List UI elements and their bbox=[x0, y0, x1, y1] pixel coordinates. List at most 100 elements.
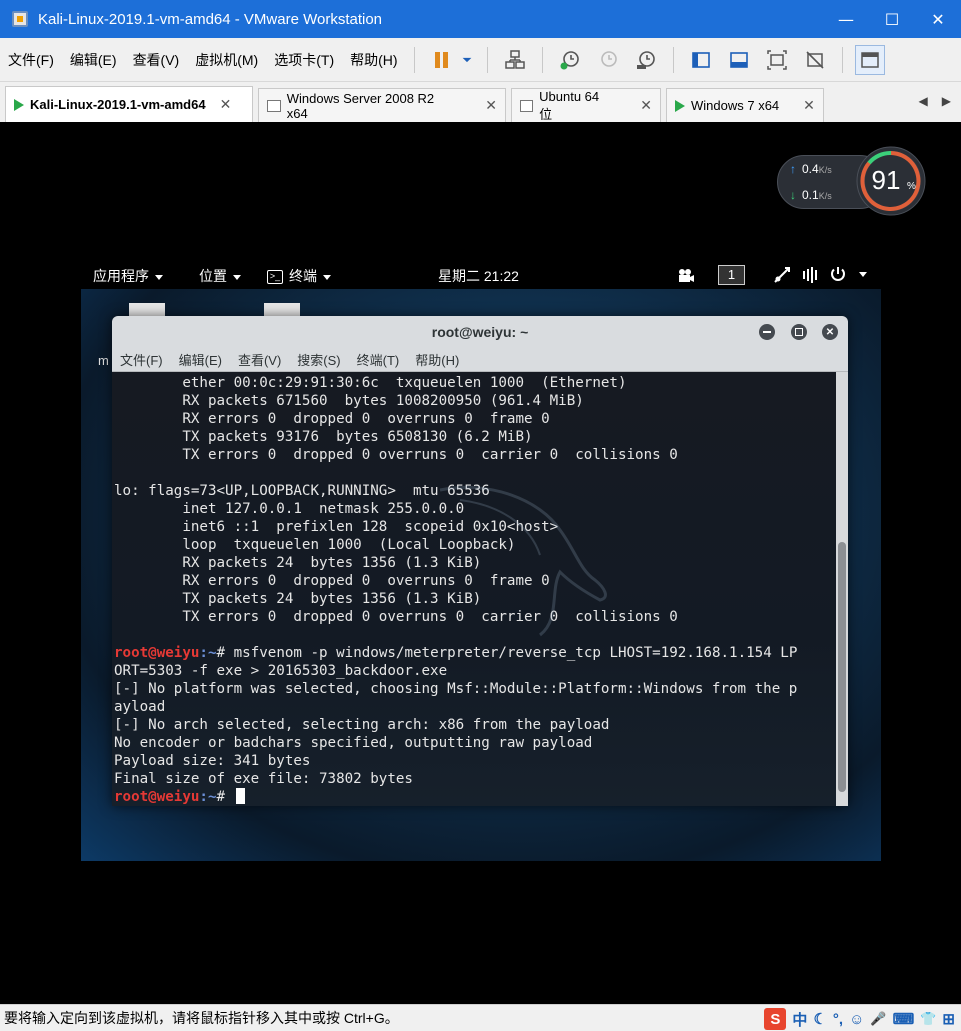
toolbar-separator bbox=[841, 46, 843, 73]
terminal-close-button[interactable]: ✕ bbox=[822, 324, 838, 340]
tab-close-button[interactable]: ✕ bbox=[640, 97, 652, 114]
ime-keyboard-icon[interactable]: ⌨ bbox=[893, 1010, 915, 1028]
vm-icon bbox=[520, 99, 534, 112]
snapshot-manager-button[interactable] bbox=[631, 45, 661, 75]
ime-skin-icon[interactable]: 👕 bbox=[920, 1011, 936, 1027]
menu-tabs[interactable]: 选项卡(T) bbox=[266, 50, 342, 70]
tab-windows-7[interactable]: Windows 7 x64 ✕ bbox=[666, 88, 824, 122]
tab-close-button[interactable]: ✕ bbox=[803, 97, 815, 114]
terminal-line: ether 00:0c:29:91:30:6c txqueuelen 1000 … bbox=[114, 375, 627, 391]
ime-emoji-icon[interactable]: ☺ bbox=[849, 1011, 864, 1028]
ime-toolbar[interactable]: S 中 ☾ °, ☺ 🎤 ⌨ 👕 ⊞ bbox=[764, 1007, 955, 1031]
unity-icon bbox=[805, 50, 824, 69]
maximize-button[interactable]: ☐ bbox=[869, 0, 915, 38]
tab-scroll-right-icon[interactable]: ▶ bbox=[942, 94, 951, 108]
tab-label: Windows Server 2008 R2 x64 bbox=[286, 90, 435, 121]
terminal-output-line: ayload bbox=[114, 699, 166, 715]
send-ctrl-alt-del-button[interactable] bbox=[500, 45, 530, 75]
full-screen-button[interactable] bbox=[762, 45, 792, 75]
pause-dropdown-button[interactable] bbox=[459, 45, 475, 75]
prompt-user: root@weiyu bbox=[114, 789, 200, 805]
ime-chinese-mode[interactable]: 中 bbox=[792, 1009, 807, 1030]
thumbnail-bar-button[interactable] bbox=[724, 45, 754, 75]
fullscreen-icon bbox=[766, 49, 787, 70]
caret-down-icon bbox=[858, 272, 867, 277]
terminal-command-line: root@weiyu:~# msfvenom -p windows/meterp… bbox=[114, 644, 836, 662]
workspace-indicator[interactable]: 1 bbox=[718, 265, 745, 285]
minimize-button[interactable]: — bbox=[823, 0, 869, 38]
tab-label: Ubuntu 64 位 bbox=[539, 88, 600, 122]
kali-dragon-icon bbox=[439, 485, 607, 637]
terminal-title: root@weiyu: ~ bbox=[431, 324, 529, 340]
gauge-percent-sign: % bbox=[907, 181, 916, 192]
maximize-icon bbox=[795, 328, 803, 336]
applications-menu[interactable]: 应用程序 bbox=[93, 266, 163, 286]
terminal-menu-search[interactable]: 搜索(S) bbox=[289, 350, 348, 369]
pause-button[interactable] bbox=[427, 45, 457, 75]
gauge-percent: 91 bbox=[872, 165, 901, 195]
power-menu[interactable] bbox=[829, 265, 867, 286]
console-view-icon bbox=[860, 51, 879, 68]
tab-ubuntu[interactable]: Ubuntu 64 位 ✕ bbox=[511, 88, 661, 122]
terminal-titlebar[interactable]: root@weiyu: ~ ✕ bbox=[112, 316, 848, 348]
tab-kali[interactable]: Kali-Linux-2019.1-vm-amd64 ✕ bbox=[5, 86, 253, 122]
tab-close-button[interactable]: ✕ bbox=[220, 96, 232, 113]
network-speed-widget[interactable]: ↑ 0.4K/s ↓ 0.1K/s 91 % bbox=[777, 145, 927, 219]
ime-punctuation-icon[interactable]: °, bbox=[833, 1011, 843, 1028]
menu-file[interactable]: 文件(F) bbox=[0, 50, 62, 70]
menu-view[interactable]: 查看(V) bbox=[125, 50, 188, 70]
pause-icon bbox=[434, 51, 448, 68]
memory-gauge: 91 % bbox=[856, 146, 926, 216]
terminal-maximize-button[interactable] bbox=[791, 324, 807, 340]
terminal-menu-edit[interactable]: 编辑(E) bbox=[171, 350, 230, 369]
library-icon bbox=[691, 51, 710, 68]
menu-edit[interactable]: 编辑(E) bbox=[62, 50, 125, 70]
ime-toolbox-icon[interactable]: ⊞ bbox=[942, 1010, 955, 1028]
menu-vm[interactable]: 虚拟机(M) bbox=[187, 50, 266, 70]
tab-scroll-left-icon[interactable]: ◀ bbox=[919, 94, 928, 108]
terminal-line: RX errors 0 dropped 0 overruns 0 frame 0 bbox=[114, 411, 550, 427]
vm-tab-strip: Kali-Linux-2019.1-vm-amd64 ✕ Windows Ser… bbox=[0, 82, 961, 122]
terminal-menu-file[interactable]: 文件(F) bbox=[112, 350, 171, 369]
network-icon bbox=[504, 49, 525, 69]
chevron-down-icon bbox=[462, 57, 471, 62]
video-camera-icon[interactable] bbox=[677, 267, 695, 286]
toolbar-separator bbox=[413, 46, 415, 73]
network-wired-icon[interactable] bbox=[773, 266, 791, 287]
upload-speed: ↑ 0.4K/s bbox=[790, 162, 832, 176]
unity-button[interactable] bbox=[800, 45, 830, 75]
vmware-menubar: 文件(F) 编辑(E) 查看(V) 虚拟机(M) 选项卡(T) 帮助(H) bbox=[0, 38, 961, 82]
power-icon bbox=[831, 267, 845, 281]
terminal-line: TX errors 0 dropped 0 overruns 0 carrier… bbox=[114, 447, 678, 463]
show-library-button[interactable] bbox=[686, 45, 716, 75]
prompt-path: :~ bbox=[199, 789, 217, 805]
vmware-app-icon bbox=[12, 11, 28, 27]
scrollbar-thumb[interactable] bbox=[838, 542, 846, 792]
tab-windows-server-2008[interactable]: Windows Server 2008 R2 x64 ✕ bbox=[258, 88, 506, 122]
terminal-menu-help[interactable]: 帮助(H) bbox=[407, 350, 467, 369]
clock[interactable]: 星期二 21:22 bbox=[438, 266, 519, 286]
tab-label: Windows 7 x64 bbox=[691, 98, 780, 113]
snapshot-button[interactable] bbox=[555, 45, 585, 75]
terminal-current-prompt[interactable]: root@weiyu:~# bbox=[114, 788, 836, 806]
volume-icon[interactable] bbox=[801, 266, 819, 287]
download-arrow-icon: ↓ bbox=[790, 188, 796, 202]
caret-down-icon bbox=[155, 274, 163, 280]
terminal-app-menu[interactable]: >_ 终端 bbox=[267, 266, 331, 286]
places-menu[interactable]: 位置 bbox=[199, 266, 241, 286]
terminal-output-line: Final size of exe file: 73802 bytes bbox=[114, 771, 413, 787]
terminal-menu-terminal[interactable]: 终端(T) bbox=[349, 350, 408, 369]
close-button[interactable]: ✕ bbox=[915, 0, 961, 38]
ime-halfwidth-icon[interactable]: ☾ bbox=[813, 1010, 826, 1028]
terminal-scrollbar[interactable] bbox=[836, 372, 848, 806]
tab-close-button[interactable]: ✕ bbox=[485, 97, 497, 114]
ime-voice-icon[interactable]: 🎤 bbox=[870, 1011, 886, 1027]
console-view-button[interactable] bbox=[854, 44, 885, 75]
sogou-ime-logo[interactable]: S bbox=[764, 1008, 787, 1030]
revert-snapshot-button[interactable] bbox=[593, 45, 623, 75]
terminal-menu-view[interactable]: 查看(V) bbox=[230, 350, 289, 369]
terminal-output-line: Payload size: 341 bytes bbox=[114, 753, 311, 769]
terminal-minimize-button[interactable] bbox=[759, 324, 775, 340]
menu-help[interactable]: 帮助(H) bbox=[342, 50, 405, 70]
vm-running-icon bbox=[14, 98, 24, 111]
